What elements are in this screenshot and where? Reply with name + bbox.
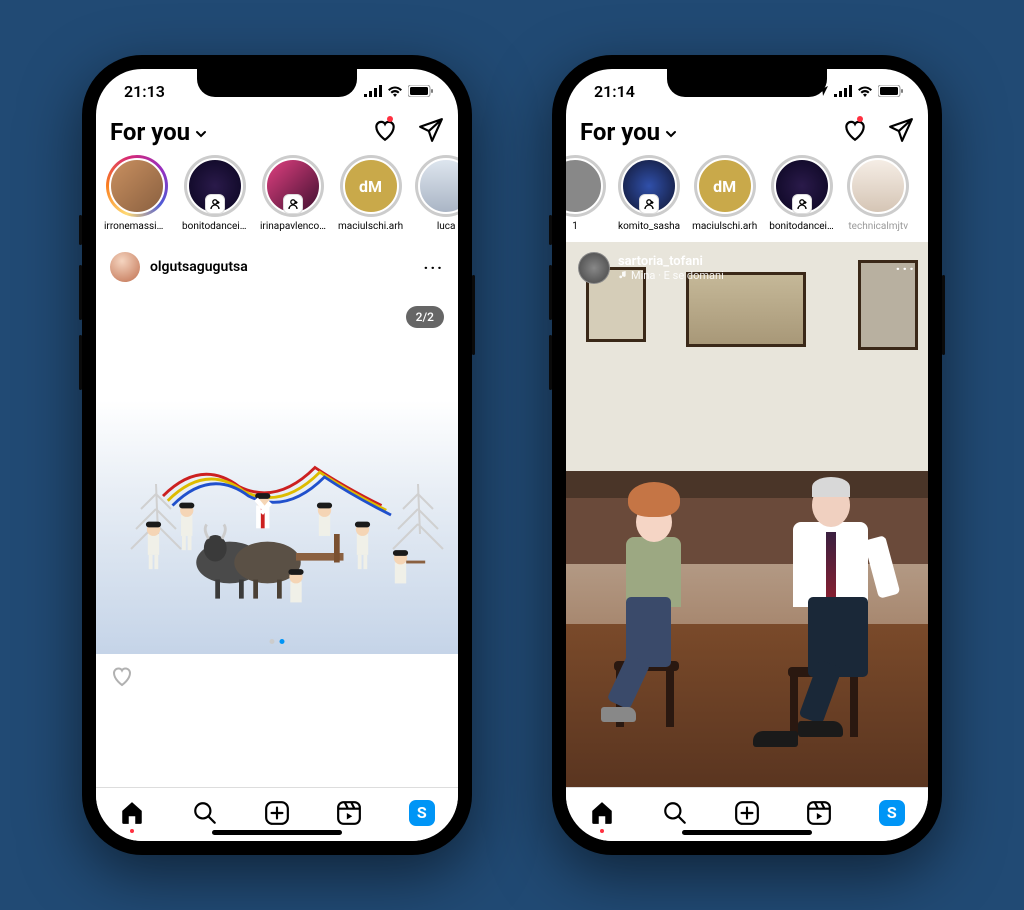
story-item[interactable]: dMmaciulschi.arh [338, 155, 403, 232]
app-header: For you [566, 113, 928, 155]
story-item[interactable]: 1 [566, 155, 606, 232]
app-header: For you [96, 113, 458, 155]
cellular-icon [834, 85, 852, 97]
wifi-icon [857, 85, 873, 97]
feed-selector[interactable]: For you [110, 118, 208, 146]
story-label: irinapavlencoof... [260, 221, 326, 232]
illustration [125, 439, 429, 629]
phone-left: 21:13 For you irronemassim [82, 55, 472, 855]
post-media[interactable]: PLUGUȘORUL [96, 292, 458, 654]
battery-icon [408, 85, 434, 97]
home-icon [589, 800, 615, 826]
reel-author-name[interactable]: sartoria_tofani [618, 254, 888, 269]
plus-square-icon [734, 800, 760, 826]
story-label: bonitodanceidc [769, 221, 835, 232]
story-item[interactable]: bonitodanceidc [769, 155, 835, 232]
nav-reels[interactable] [806, 800, 832, 826]
post-author-name[interactable]: olgutsagugutsa [150, 259, 414, 275]
plus-square-icon [264, 800, 290, 826]
reel-options-button[interactable]: ··· [896, 259, 916, 278]
story-item[interactable]: bonitodanceidc [182, 155, 248, 232]
reel-audio[interactable]: Mina · E se domani [618, 269, 888, 282]
nav-profile[interactable]: S [879, 800, 905, 826]
story-item[interactable]: irronemassimo [104, 155, 170, 232]
stories-tray[interactable]: 1 komito_sasha dMmaciulschi.arh bonitodance… [566, 155, 928, 242]
activity-button[interactable] [842, 117, 868, 147]
story-label: bonitodanceidc [182, 221, 248, 232]
reel-media[interactable]: sartoria_tofani Mina · E se domani ··· [566, 242, 928, 787]
status-time: 21:14 [594, 82, 635, 101]
home-indicator[interactable] [682, 830, 812, 835]
story-item[interactable]: dMmaciulschi.arh [692, 155, 757, 232]
reels-icon [806, 800, 832, 826]
story-item[interactable]: luca [415, 155, 458, 232]
story-label: komito_sasha [618, 221, 680, 232]
search-icon [192, 800, 218, 826]
close-friends-badge [792, 194, 812, 214]
story-label: maciulschi.arh [338, 221, 403, 232]
heart-icon [372, 117, 398, 143]
story-label: irronemassimo [104, 221, 170, 232]
send-icon [888, 117, 914, 143]
carousel-counter: 2/2 [406, 306, 444, 328]
notch [197, 69, 357, 97]
nav-create[interactable] [264, 800, 290, 826]
messages-button[interactable] [888, 117, 914, 147]
nav-home[interactable] [589, 800, 615, 826]
nav-reels[interactable] [336, 800, 362, 826]
search-icon [662, 800, 688, 826]
story-label: maciulschi.arh [692, 221, 757, 232]
nav-search[interactable] [662, 800, 688, 826]
like-button[interactable] [110, 664, 134, 688]
nav-search[interactable] [192, 800, 218, 826]
reel-header: sartoria_tofani Mina · E se domani ··· [578, 252, 916, 284]
story-item[interactable]: komito_sasha [618, 155, 680, 232]
story-item[interactable]: irinapavlencoof... [260, 155, 326, 232]
home-icon [119, 800, 145, 826]
status-time: 21:13 [124, 82, 165, 101]
notch [667, 69, 827, 97]
story-label: luca [437, 221, 456, 232]
chevron-down-icon [664, 127, 678, 141]
home-indicator[interactable] [212, 830, 342, 835]
music-note-icon [618, 271, 627, 280]
reel-author-avatar[interactable] [578, 252, 610, 284]
wifi-icon [387, 85, 403, 97]
nav-home[interactable] [119, 800, 145, 826]
heart-icon [842, 117, 868, 143]
post-author-avatar[interactable] [110, 252, 140, 282]
feed-selector[interactable]: For you [580, 118, 678, 146]
close-friends-badge [283, 194, 303, 214]
nav-create[interactable] [734, 800, 760, 826]
close-friends-badge [639, 194, 659, 214]
messages-button[interactable] [418, 117, 444, 147]
send-icon [418, 117, 444, 143]
nav-profile[interactable]: S [409, 800, 435, 826]
reels-icon [336, 800, 362, 826]
activity-button[interactable] [372, 117, 398, 147]
story-item[interactable]: technicalmjtv [847, 155, 909, 232]
post-options-button[interactable]: ··· [424, 258, 444, 277]
story-label: technicalmjtv [848, 221, 908, 232]
battery-icon [878, 85, 904, 97]
post-actions [96, 654, 458, 688]
cellular-icon [364, 85, 382, 97]
story-label: 1 [572, 221, 578, 232]
profile-badge-icon: S [409, 800, 435, 826]
stories-tray[interactable]: irronemassimo bonitodanceidc irinapavlenco… [96, 155, 458, 242]
profile-badge-icon: S [879, 800, 905, 826]
close-friends-badge [205, 194, 225, 214]
notification-dot [387, 116, 393, 122]
chevron-down-icon [194, 127, 208, 141]
phone-right: 21:14 For you 1ko [552, 55, 942, 855]
